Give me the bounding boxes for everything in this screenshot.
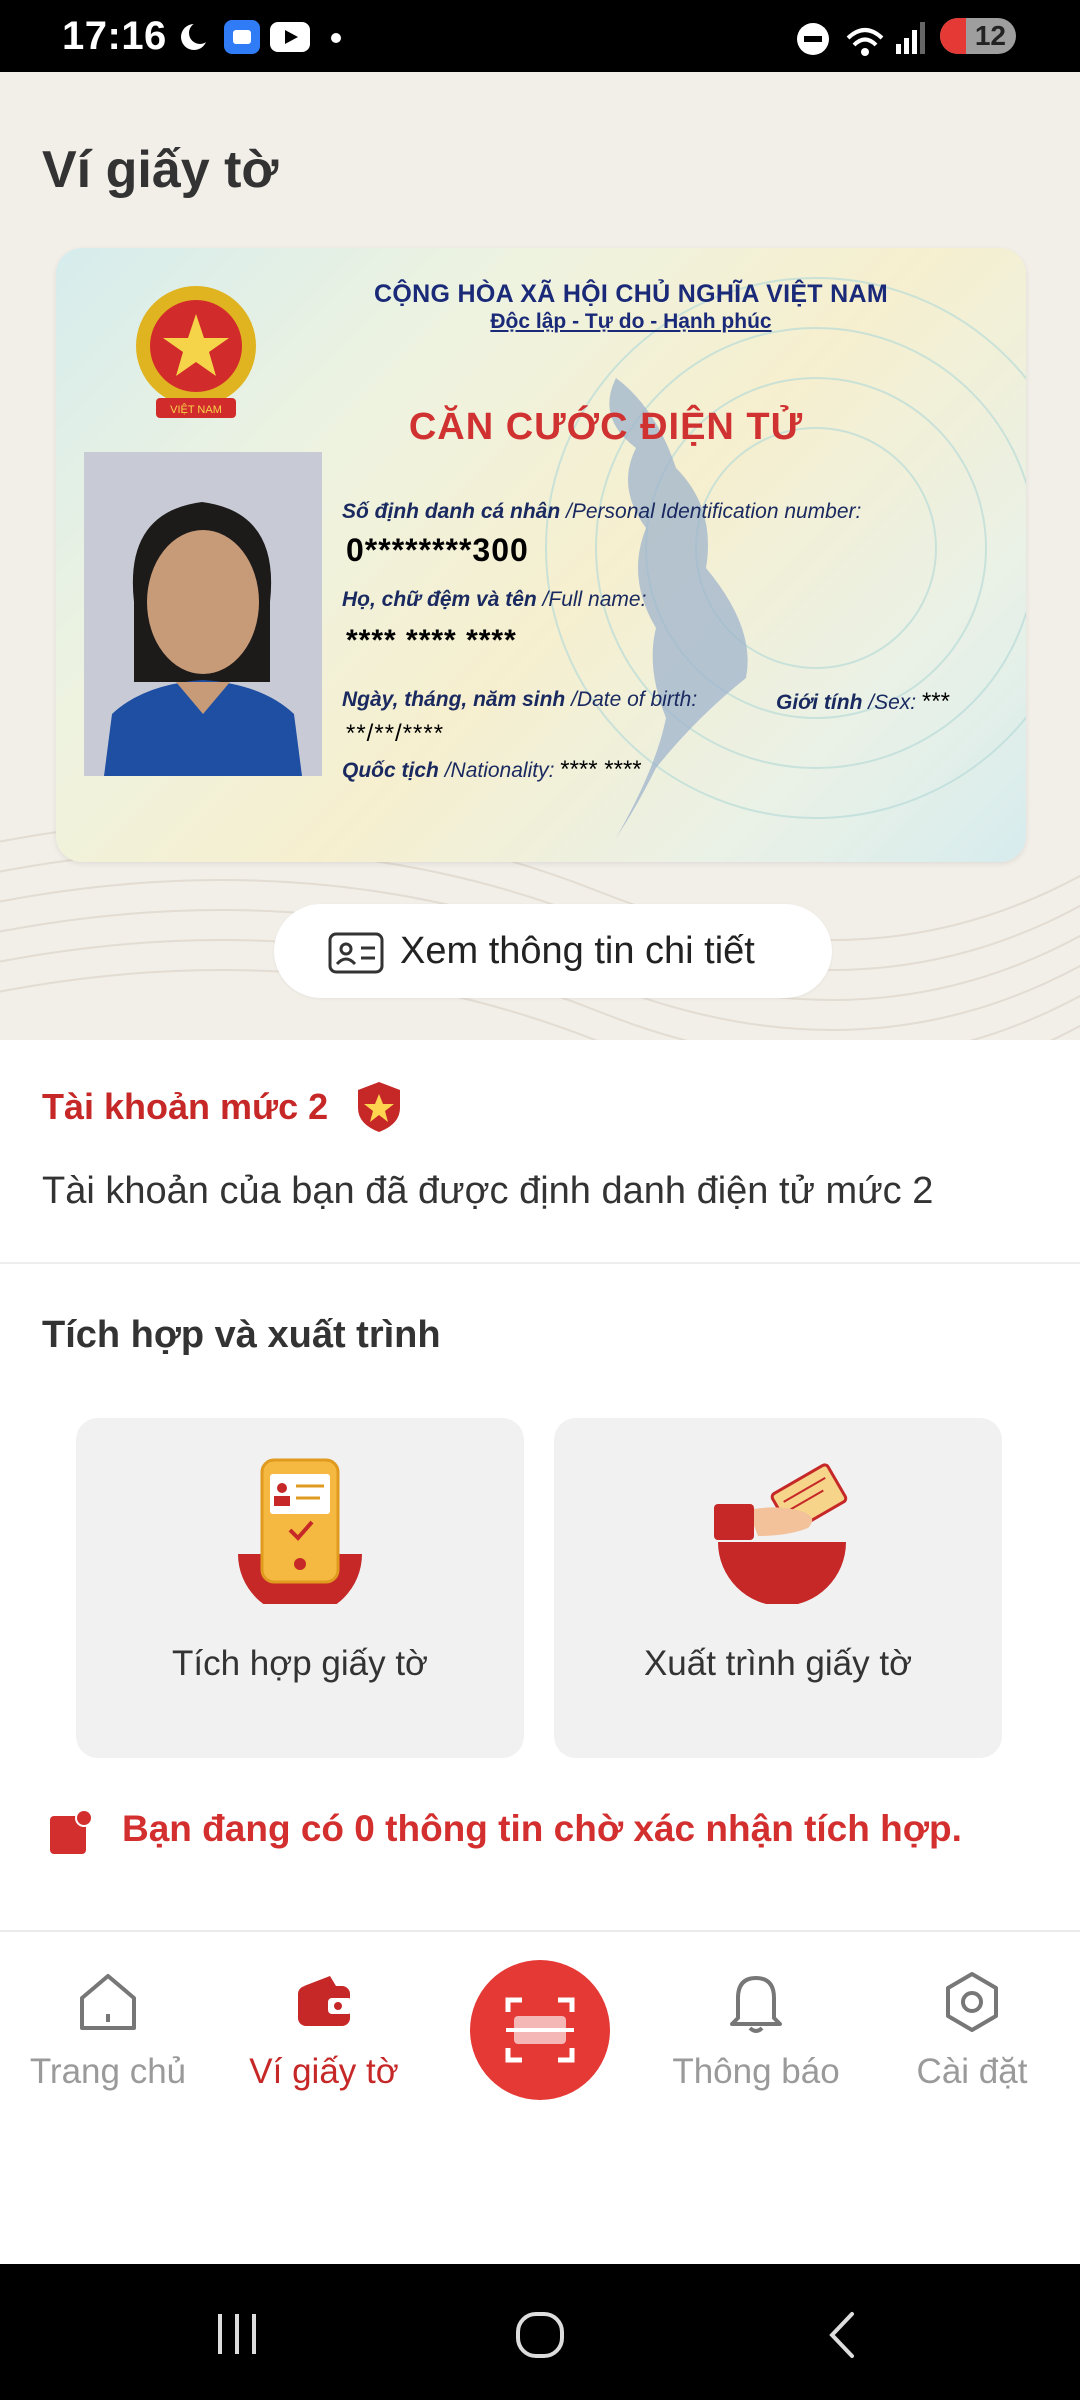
home-icon xyxy=(80,1974,136,2030)
app-notification-icon xyxy=(224,20,260,54)
view-details-label: Xem thông tin chi tiết xyxy=(400,930,755,972)
signal-icon xyxy=(896,22,925,54)
id-number-label: Số định danh cá nhân /Personal Identific… xyxy=(342,500,862,523)
id-photo xyxy=(84,452,322,776)
present-documents-label: Xuất trình giấy tờ xyxy=(643,1644,913,1683)
do-not-disturb-icon xyxy=(797,23,829,55)
settings-icon xyxy=(946,1972,998,2032)
wifi-icon xyxy=(846,28,884,56)
nav-notifications-label: Thông báo xyxy=(672,2052,840,2091)
nav-wallet-label: Ví giấy tờ xyxy=(249,2052,399,2091)
card-header-line1: CỘNG HÒA XÃ HỘI CHỦ NGHĨA VIỆT NAM xyxy=(374,280,888,308)
bottom-navigation: Trang chủ Ví giấy tờ Thông báo Cài đặt xyxy=(0,1932,1080,2264)
shield-star-icon xyxy=(358,1082,400,1132)
svg-text:VIỆT NAM: VIỆT NAM xyxy=(170,403,222,416)
integrate-documents-tile[interactable]: Tích hợp giấy tờ xyxy=(76,1418,524,1758)
nav-settings[interactable]: Cài đặt xyxy=(872,1932,1072,2112)
bell-icon xyxy=(730,1976,782,2033)
nav-home-label: Trang chủ xyxy=(29,2052,187,2091)
national-emblem: VIỆT NAM xyxy=(136,286,256,418)
integrate-documents-label: Tích hợp giấy tờ xyxy=(171,1644,428,1683)
sex-label: Giới tính /Sex: *** xyxy=(776,688,950,715)
dob-value: **/**/**** xyxy=(346,720,445,747)
view-details-button[interactable]: Xem thông tin chi tiết xyxy=(274,904,832,998)
moon-icon xyxy=(181,22,211,50)
card-title: CĂN CƯỚC ĐIỆN TỬ xyxy=(408,406,804,448)
section-divider xyxy=(0,1262,1080,1264)
home-system-icon[interactable] xyxy=(514,2310,566,2360)
youtube-icon xyxy=(270,22,310,52)
citizen-id-card[interactable]: VIỆT NAM CỘNG HÒA XÃ HỘI CHỦ NGHĨA VIỆT … xyxy=(56,248,1026,862)
phone-document-icon xyxy=(238,1458,362,1604)
dot-icon xyxy=(331,33,341,43)
nationality-label: Quốc tịch /Nationality: **** **** xyxy=(342,756,642,783)
page-title: Ví giấy tờ xyxy=(42,141,279,199)
wallet-header-section: Ví giấy tờ VIỆT NAM CỘNG HÒA XÃ HỘI CHỦ … xyxy=(0,72,1080,1040)
back-icon[interactable] xyxy=(822,2310,862,2360)
wallet-icon xyxy=(298,1976,352,2026)
id-number-value: 0********300 xyxy=(346,532,529,568)
battery-low-icon xyxy=(940,18,966,54)
scan-button[interactable] xyxy=(470,1960,610,2100)
card-header-line2: Độc lập - Tự do - Hạnh phúc xyxy=(490,310,772,333)
integration-section-title: Tích hợp và xuất trình xyxy=(42,1314,441,1356)
portrait-image xyxy=(84,452,322,776)
account-level-title: Tài khoản mức 2 xyxy=(42,1086,329,1127)
pending-notification-icon xyxy=(50,1809,93,1854)
status-time: 17:16 xyxy=(62,14,167,58)
recent-apps-icon[interactable] xyxy=(212,2310,262,2358)
account-level-description: Tài khoản của bạn đã được định danh điện… xyxy=(42,1170,934,1212)
hand-card-icon xyxy=(714,1463,848,1604)
id-card-icon xyxy=(328,932,384,974)
nav-home[interactable]: Trang chủ xyxy=(8,1932,208,2112)
pending-integration-text[interactable]: Bạn đang có 0 thông tin chờ xác nhận tíc… xyxy=(122,1808,962,1850)
nav-settings-label: Cài đặt xyxy=(916,2052,1028,2091)
dob-label: Ngày, tháng, năm sinh /Date of birth: xyxy=(342,688,698,711)
full-name-label: Họ, chữ đệm và tên /Full name: xyxy=(342,588,647,611)
scan-icon xyxy=(505,1997,575,2063)
nav-notifications[interactable]: Thông báo xyxy=(656,1932,856,2112)
status-bar: 17:16 12 xyxy=(0,0,1080,72)
full-name-value: **** **** **** xyxy=(346,624,517,657)
nav-wallet[interactable]: Ví giấy tờ xyxy=(224,1932,424,2112)
battery-indicator: 12 xyxy=(940,18,1016,54)
system-navigation-bar xyxy=(0,2264,1080,2400)
present-documents-tile[interactable]: Xuất trình giấy tờ xyxy=(554,1418,1002,1758)
